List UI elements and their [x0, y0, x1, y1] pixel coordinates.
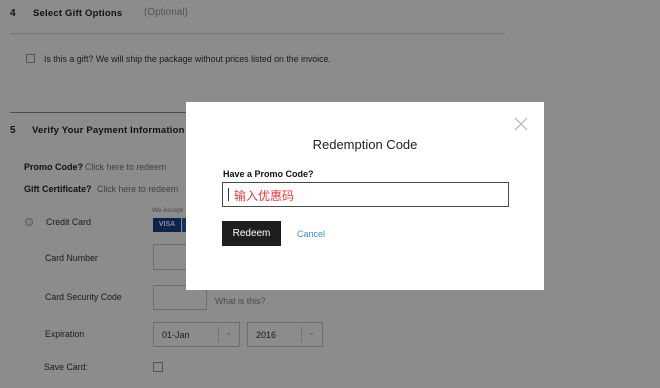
promo-code-input[interactable]: 输入优惠码	[222, 182, 509, 207]
cancel-link[interactable]: Cancel	[297, 229, 325, 239]
redemption-code-modal: Redemption Code Have a Promo Code? 输入优惠码…	[186, 102, 544, 290]
modal-title: Redemption Code	[312, 137, 418, 152]
promo-code-field-label: Have a Promo Code?	[223, 169, 314, 179]
promo-code-input-value: 输入优惠码	[234, 189, 295, 203]
redeem-button[interactable]: Redeem	[222, 221, 281, 246]
close-icon[interactable]	[513, 116, 529, 132]
text-caret	[228, 188, 229, 201]
